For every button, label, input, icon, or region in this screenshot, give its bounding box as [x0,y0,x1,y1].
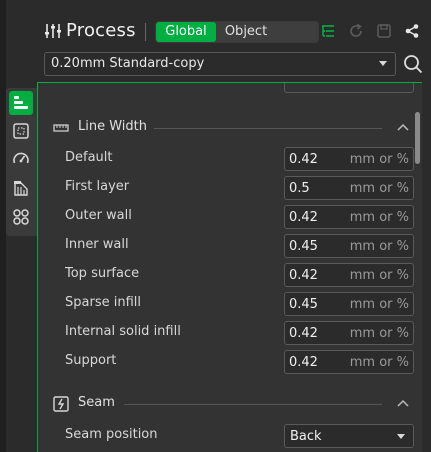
line-width-outer-wall-input[interactable]: 0.42 mm or % [284,205,414,229]
page-title: Process [66,20,136,41]
tab-support[interactable] [9,176,33,200]
row-line-width-inner-wall: Inner wall 0.45 mm or % [38,234,422,258]
field-value: 0.45 [289,239,318,254]
quality-icon [14,96,28,109]
field-unit: mm or % [349,268,409,283]
row-line-width-support: Support 0.42 mm or % [38,350,422,374]
seam-icon [53,396,69,412]
category-tabs [6,88,37,236]
section-line-width[interactable]: Line Width [38,116,422,140]
field-unit: mm or % [349,181,409,196]
field-value: 0.42 [289,268,318,283]
row-label: Outer wall [65,208,132,223]
line-width-support-input[interactable]: 0.42 mm or % [284,350,414,374]
line-width-sparse-infill-input[interactable]: 0.45 mm or % [284,292,414,316]
line-width-first-layer-input[interactable]: 0.5 mm or % [284,176,414,200]
field-value: Back [290,429,322,444]
chevron-up-icon[interactable] [397,398,409,408]
row-label: Support [65,353,117,368]
compare-icon[interactable] [404,23,420,39]
line-width-inner-wall-input[interactable]: 0.45 mm or % [284,234,414,258]
process-header: Process Global Object [44,19,431,45]
line-width-icon [53,124,69,132]
list-tree-icon[interactable] [320,23,336,39]
settings-panel: Line Width Default 0.42 mm or % First la… [37,82,422,452]
row-label: Seam position [65,427,158,442]
chevron-down-icon [379,61,387,66]
preset-dropdown[interactable]: 0.20mm Standard-copy [44,52,396,76]
line-width-internal-solid-infill-input[interactable]: 0.42 mm or % [284,321,414,345]
section-divider [124,404,382,405]
row-line-width-internal-solid-infill: Internal solid infill 0.42 mm or % [38,321,422,345]
row-label: Internal solid infill [65,324,181,339]
refresh-icon[interactable] [348,23,364,39]
field-value: 0.45 [289,297,318,312]
panel-scrollbar[interactable] [415,112,420,164]
section-title: Seam [78,395,115,410]
field-unit: mm or % [349,210,409,225]
row-label: Default [65,150,113,165]
section-seam[interactable]: Seam [38,392,422,416]
row-line-width-top-surface: Top surface 0.42 mm or % [38,263,422,287]
tab-speed[interactable] [9,147,33,171]
others-icon [13,209,29,225]
row-label: First layer [65,179,130,194]
section-title: Line Width [78,119,147,134]
speed-icon [13,152,29,164]
chevron-up-icon[interactable] [397,122,409,132]
field-unit: mm or % [349,239,409,254]
toggle-global[interactable]: Global [156,22,216,42]
support-icon [14,181,28,196]
line-width-top-surface-input[interactable]: 0.42 mm or % [284,263,414,287]
clipped-row [38,83,422,95]
field-value: 0.42 [289,355,318,370]
field-value: 0.5 [289,181,310,196]
section-divider [154,128,382,129]
row-line-width-outer-wall: Outer wall 0.42 mm or % [38,205,422,229]
clipped-field [284,83,414,93]
search-icon[interactable] [403,54,423,74]
row-line-width-first-layer: First layer 0.5 mm or % [38,176,422,200]
field-unit: mm or % [349,326,409,341]
row-label: Sparse infill [65,295,141,310]
row-line-width-default: Default 0.42 mm or % [38,147,422,171]
field-unit: mm or % [349,355,409,370]
field-value: 0.42 [289,152,318,167]
chevron-down-icon [397,434,405,439]
field-unit: mm or % [349,297,409,312]
save-icon[interactable] [376,23,392,39]
tab-strength[interactable] [9,119,33,143]
row-label: Top surface [65,266,140,281]
process-settings-icon [45,24,61,38]
header-divider [145,23,146,41]
toggle-object[interactable]: Object [216,22,276,42]
global-object-toggle[interactable]: Global Object [155,21,319,43]
field-unit: mm or % [349,152,409,167]
row-label: Inner wall [65,237,129,252]
preset-value: 0.20mm Standard-copy [51,56,205,71]
field-value: 0.42 [289,210,318,225]
seam-position-dropdown[interactable]: Back [284,424,414,448]
row-line-width-sparse-infill: Sparse infill 0.45 mm or % [38,292,422,316]
process-panel: Process Global Object 0.20mm Standard-co… [0,0,431,452]
strength-icon [13,123,29,139]
row-seam-position: Seam position Back [38,424,422,448]
tab-others[interactable] [9,205,33,229]
tab-quality[interactable] [9,91,33,115]
field-value: 0.42 [289,326,318,341]
line-width-default-input[interactable]: 0.42 mm or % [284,147,414,171]
